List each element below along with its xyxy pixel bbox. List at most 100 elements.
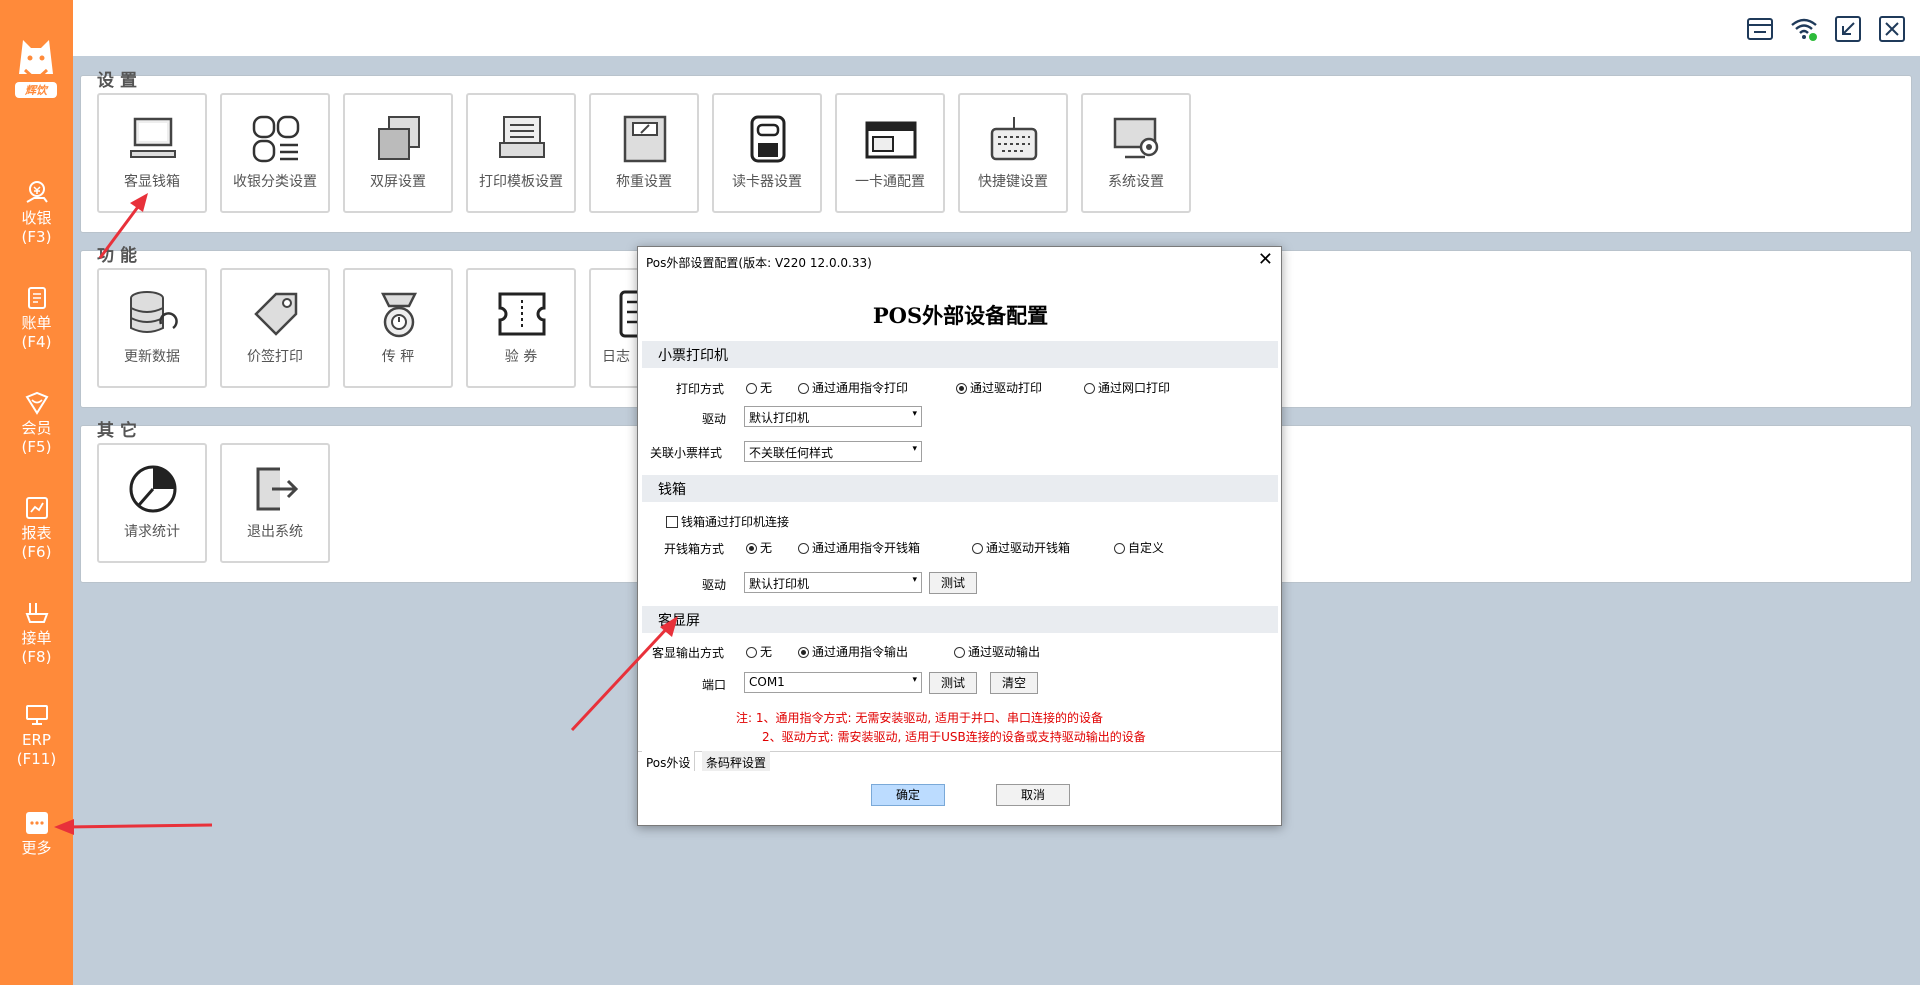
tile-exit-system[interactable]: 退出系统 bbox=[220, 443, 330, 563]
sidebar-item-key: (F5) bbox=[21, 438, 52, 456]
tile-card-reader[interactable]: 读卡器设置 bbox=[712, 93, 822, 213]
database-refresh-icon bbox=[130, 291, 178, 333]
tile-label: 验 券 bbox=[504, 349, 538, 365]
sidebar: 辉饮 收银 (F3) 账单 (F4) 会员 (F5) 报表 (F6) 接单 (F… bbox=[0, 0, 73, 985]
tile-label: 读卡器设置 bbox=[732, 174, 802, 190]
svg-text:辉饮: 辉饮 bbox=[24, 84, 49, 97]
tag-icon bbox=[254, 292, 298, 336]
note-line-2: 2、驱动方式: 需安装驱动, 适用于USB连接的设备或支持驱动输出的设备 bbox=[762, 730, 1146, 744]
tile-system-settings[interactable]: 系统设置 bbox=[1081, 93, 1191, 213]
sidebar-item-label: 收银 bbox=[21, 209, 52, 227]
tile-one-card[interactable]: 一卡通配置 bbox=[835, 93, 945, 213]
member-icon bbox=[25, 391, 48, 415]
order-icon bbox=[25, 603, 48, 623]
cashier-icon bbox=[26, 181, 48, 203]
tile-price-tag-print[interactable]: 价签打印 bbox=[220, 268, 330, 388]
display-output-driver-radio[interactable]: 通过驱动输出 bbox=[954, 643, 1040, 660]
pie-chart-icon bbox=[129, 465, 177, 513]
app-logo: 辉饮 bbox=[13, 30, 59, 102]
cashbox-driver-label: 驱动 bbox=[702, 578, 727, 592]
sidebar-item-erp[interactable]: ERP (F11) bbox=[0, 702, 73, 782]
tile-label: 退出系统 bbox=[247, 524, 303, 540]
category-icon bbox=[252, 115, 300, 163]
open-mode-label: 开钱箱方式 bbox=[664, 542, 725, 556]
tile-dual-screen[interactable]: 双屏设置 bbox=[343, 93, 453, 213]
sidebar-item-label: 更多 bbox=[21, 839, 52, 857]
card-icon bbox=[865, 121, 917, 159]
receipt-style-select[interactable]: 不关联任何样式 ▾ bbox=[744, 441, 922, 462]
sidebar-item-more[interactable]: 更多 bbox=[0, 810, 73, 890]
tab-barcode-scale[interactable]: 条码秤设置 bbox=[702, 751, 771, 771]
cashbox-driver-select[interactable]: 默认打印机 ▾ bbox=[744, 572, 922, 593]
report-icon bbox=[25, 497, 48, 519]
sidebar-item-orders[interactable]: 接单 (F8) bbox=[0, 600, 73, 680]
tile-weighing[interactable]: 称重设置 bbox=[589, 93, 699, 213]
open-mode-custom-radio[interactable]: 自定义 bbox=[1114, 539, 1164, 556]
tile-transfer-scale[interactable]: 传 秤 bbox=[343, 268, 453, 388]
dual-screen-icon bbox=[378, 116, 420, 160]
tile-update-data[interactable]: 更新数据 bbox=[97, 268, 207, 388]
close-icon[interactable] bbox=[1877, 14, 1907, 44]
wifi-icon[interactable] bbox=[1789, 14, 1819, 44]
display-test-button[interactable]: 测试 bbox=[929, 672, 977, 694]
computer-icon bbox=[130, 117, 176, 158]
display-section-header: 客显屏 bbox=[642, 606, 1278, 633]
tile-verify-coupon[interactable]: 验 券 bbox=[466, 268, 576, 388]
tile-label: 客显钱箱 bbox=[124, 174, 180, 190]
tile-label: 传 秤 bbox=[381, 349, 415, 365]
minimize-icon[interactable] bbox=[1833, 14, 1863, 44]
tab-pos-peripherals[interactable]: Pos外设 bbox=[642, 751, 696, 771]
sidebar-item-bills[interactable]: 账单 (F4) bbox=[0, 285, 73, 365]
print-mode-none-radio[interactable]: 无 bbox=[746, 379, 772, 396]
print-mode-command-radio[interactable]: 通过通用指令打印 bbox=[798, 379, 908, 396]
sidebar-item-cashier[interactable]: 收银 (F3) bbox=[0, 180, 73, 260]
open-mode-command-radio[interactable]: 通过通用指令开钱箱 bbox=[798, 539, 920, 556]
sidebar-item-label: 接单 bbox=[21, 629, 52, 647]
printer-driver-select[interactable]: 默认打印机 ▾ bbox=[744, 406, 922, 427]
open-mode-none-radio[interactable]: 无 bbox=[746, 539, 772, 556]
print-mode-driver-radio[interactable]: 通过驱动打印 bbox=[956, 379, 1042, 396]
tile-label: 双屏设置 bbox=[370, 174, 426, 190]
tile-label: 称重设置 bbox=[616, 174, 672, 190]
port-select[interactable]: COM1 ▾ bbox=[744, 672, 922, 693]
keyboard-icon bbox=[990, 117, 1038, 161]
tile-label: 一卡通配置 bbox=[855, 174, 925, 190]
arrow-to-more bbox=[54, 819, 213, 835]
store-icon[interactable] bbox=[1745, 14, 1775, 44]
cashbox-via-printer-checkbox[interactable]: 钱箱通过打印机连接 bbox=[666, 513, 789, 530]
display-output-command-radio[interactable]: 通过通用指令输出 bbox=[798, 643, 908, 660]
sidebar-item-label: 报表 bbox=[21, 524, 52, 542]
tile-print-template[interactable]: 打印模板设置 bbox=[466, 93, 576, 213]
open-mode-driver-radio[interactable]: 通过驱动开钱箱 bbox=[972, 539, 1070, 556]
dialog-heading: POS外部设备配置 bbox=[872, 303, 1049, 328]
sidebar-item-key: (F6) bbox=[21, 543, 52, 561]
display-output-none-radio[interactable]: 无 bbox=[746, 643, 772, 660]
ok-button[interactable]: 确定 bbox=[871, 784, 945, 806]
sidebar-item-key: (F4) bbox=[21, 333, 52, 351]
tile-request-stats[interactable]: 请求统计 bbox=[97, 443, 207, 563]
cashbox-test-button[interactable]: 测试 bbox=[929, 572, 977, 594]
printer-section-header: 小票打印机 bbox=[642, 341, 1278, 368]
tile-category-settings[interactable]: 收银分类设置 bbox=[220, 93, 330, 213]
tile-label: 收银分类设置 bbox=[233, 174, 317, 190]
scale-icon bbox=[623, 115, 667, 163]
sidebar-item-label: 账单 bbox=[21, 314, 52, 332]
dialog-close-icon[interactable]: ✕ bbox=[1258, 249, 1273, 270]
bill-icon bbox=[27, 287, 46, 309]
tile-label: 更新数据 bbox=[124, 349, 180, 365]
display-clear-button[interactable]: 清空 bbox=[990, 672, 1038, 694]
print-mode-network-radio[interactable]: 通过网口打印 bbox=[1084, 379, 1170, 396]
display-output-label: 客显输出方式 bbox=[652, 646, 725, 660]
cancel-button[interactable]: 取消 bbox=[996, 784, 1070, 806]
tile-shortcut-keys[interactable]: 快捷键设置 bbox=[958, 93, 1068, 213]
cashbox-section-header: 钱箱 bbox=[642, 475, 1278, 502]
sidebar-item-members[interactable]: 会员 (F5) bbox=[0, 390, 73, 470]
coupon-icon bbox=[498, 292, 546, 336]
port-label: 端口 bbox=[702, 678, 727, 692]
sidebar-item-reports[interactable]: 报表 (F6) bbox=[0, 495, 73, 575]
others-section-title: 其它 bbox=[97, 421, 143, 441]
tile-customer-display-cashbox[interactable]: 客显钱箱 bbox=[97, 93, 207, 213]
note-line-1: 注: 1、通用指令方式: 无需安装驱动, 适用于并口、串口连接的的设备 bbox=[736, 711, 1103, 725]
tile-label: 快捷键设置 bbox=[978, 174, 1048, 190]
settings-section-title: 设置 bbox=[97, 71, 143, 91]
